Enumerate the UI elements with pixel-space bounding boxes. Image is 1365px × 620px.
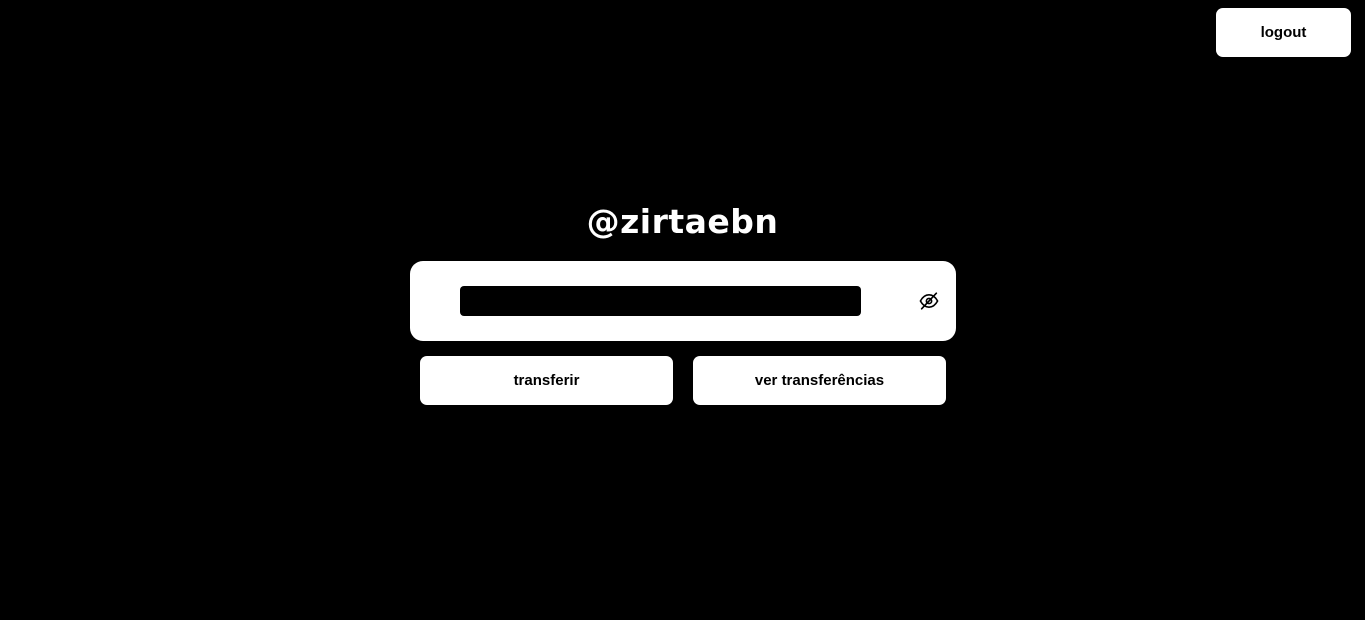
username-heading: @zirtaebn	[586, 202, 779, 241]
view-transfers-button[interactable]: ver transferências	[693, 356, 946, 405]
transfer-button[interactable]: transferir	[420, 356, 673, 405]
hidden-balance-mask	[460, 286, 861, 316]
dashboard-page: logout @zirtaebn transferir ver transfer…	[0, 0, 1365, 620]
balance-card	[410, 261, 956, 341]
logout-button[interactable]: logout	[1216, 8, 1351, 57]
eye-off-icon[interactable]	[915, 290, 943, 312]
